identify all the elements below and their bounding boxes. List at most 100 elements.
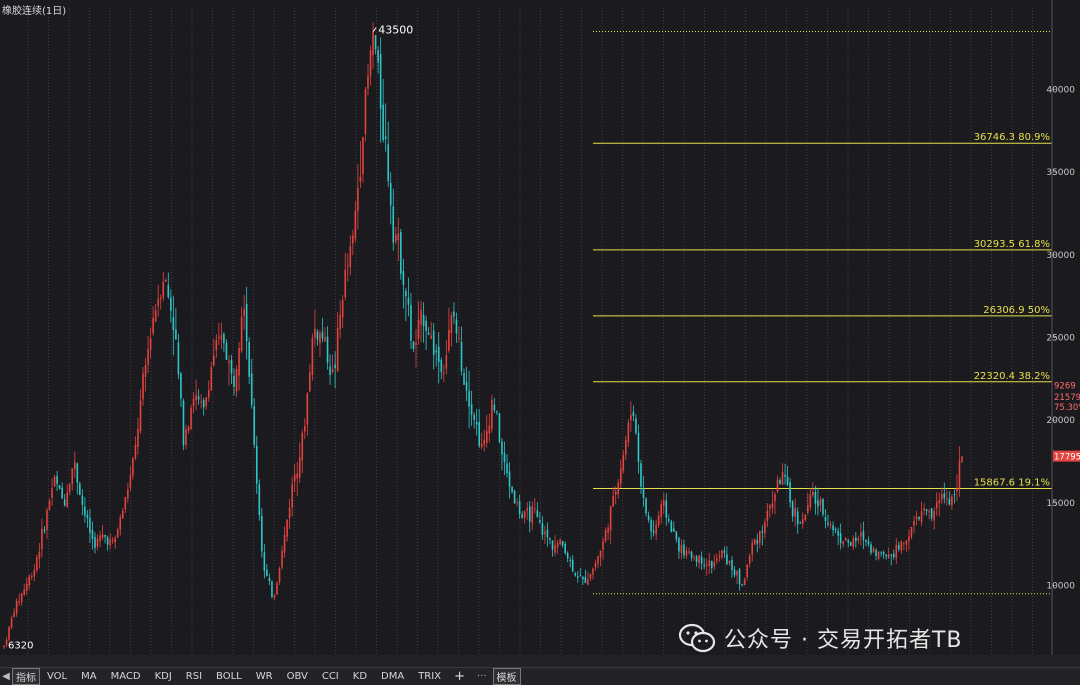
candle-body (200, 401, 202, 403)
candle-body (170, 297, 172, 311)
candle-body (948, 498, 951, 505)
y-tick-label: 30000 (1046, 251, 1075, 261)
candle-body (887, 553, 890, 558)
candle-body (746, 564, 748, 578)
candle-body (38, 551, 41, 559)
y-tick-label: 20000 (1046, 416, 1075, 426)
candle-body (73, 462, 76, 470)
fib-label: 22320.4 38.2% (974, 371, 1050, 382)
candle-body (43, 529, 46, 532)
tab-obv[interactable]: OBV (280, 671, 315, 682)
scroll-left-icon[interactable]: ◀ (0, 671, 12, 682)
tab-trix[interactable]: TRIX (411, 671, 448, 682)
candle-body (114, 537, 117, 543)
price-chart[interactable]: 36746.3 80.9% 30293.5 61.8% 26306.9 50% 223… (0, 0, 1080, 667)
candle-body (445, 355, 448, 369)
candle-body (71, 468, 74, 485)
candle-body (930, 508, 933, 518)
candle-body (726, 554, 728, 565)
high-label: 43500 (378, 24, 413, 37)
watermark: 公众号 · 交易开拓者TB (678, 622, 963, 654)
y-tick-label: 15000 (1046, 499, 1075, 509)
tab-cci[interactable]: CCI (315, 671, 346, 682)
tab-ma[interactable]: MA (74, 671, 103, 682)
candle-body (271, 581, 273, 597)
candle-body (827, 522, 829, 525)
low-label: 6320 (8, 640, 33, 651)
candle-body (223, 333, 225, 344)
candle-body (849, 542, 852, 546)
candle-body (245, 304, 248, 342)
tab-indicators[interactable]: 指标 (12, 668, 40, 685)
tab-kd[interactable]: KD (346, 671, 374, 682)
candle-body (920, 511, 923, 522)
tab-wr[interactable]: WR (249, 671, 280, 682)
candle-body (410, 305, 412, 341)
candle-body (104, 534, 106, 537)
candle-body (175, 329, 177, 340)
candle-body (238, 348, 240, 376)
tab-macd[interactable]: MACD (104, 671, 148, 682)
candle-body (956, 488, 958, 492)
candle-body (465, 381, 468, 391)
candle-body (607, 527, 609, 533)
candle-body (594, 562, 597, 568)
candle-body (670, 521, 673, 532)
candle-body (276, 582, 278, 595)
candle-body (551, 540, 554, 550)
add-indicator-button[interactable]: + (448, 669, 471, 684)
candle-body (741, 584, 743, 586)
tab-kdj[interactable]: KDJ (148, 671, 179, 682)
candle-body (491, 399, 493, 430)
candle-body (362, 137, 364, 175)
candle-body (534, 508, 536, 510)
candle-body (496, 411, 498, 413)
candle-body (379, 53, 382, 109)
candle-body (432, 330, 435, 355)
candle-body (925, 509, 928, 512)
candle-body (28, 576, 31, 586)
candle-body (301, 433, 304, 461)
candle-body (89, 517, 91, 533)
candle-body (427, 332, 430, 335)
candle-body (230, 359, 233, 374)
candle-body (602, 541, 604, 550)
candle-body (463, 373, 465, 385)
candle-body (678, 537, 680, 552)
candle-body (190, 408, 192, 429)
candle-body (905, 540, 908, 545)
candle-body (940, 493, 943, 500)
candle-body (159, 297, 162, 300)
candle-body (521, 514, 523, 518)
candle-body (503, 452, 506, 463)
candle-body (283, 534, 286, 553)
candle-body (738, 569, 741, 585)
candle-body (99, 535, 101, 542)
candle-body (564, 543, 566, 553)
tab-template[interactable]: 模板 (492, 668, 521, 685)
more-indicators-button[interactable]: ··· (471, 671, 493, 682)
fib-label: 36746.3 80.9% (974, 132, 1050, 143)
tab-dma[interactable]: DMA (374, 671, 411, 682)
candle-body (571, 559, 574, 572)
candle-body (743, 579, 746, 585)
candle-body (589, 573, 592, 579)
candle-body (139, 400, 142, 432)
tab-vol[interactable]: VOL (40, 671, 74, 682)
candle-body (622, 455, 625, 471)
candle-body (857, 538, 860, 541)
tab-rsi[interactable]: RSI (179, 671, 209, 682)
y-tick-label: 40000 (1046, 85, 1075, 95)
candle-body (556, 542, 559, 548)
candle-body (733, 569, 736, 576)
tab-boll[interactable]: BOLL (209, 671, 249, 682)
axis-tag-label: 17795 (1054, 453, 1080, 463)
candle-body (220, 335, 223, 340)
candle-body (776, 479, 779, 492)
candle-body (405, 290, 407, 297)
y-tick-label: 25000 (1046, 333, 1075, 343)
candle-body (116, 529, 119, 538)
candle-body (448, 329, 450, 351)
candle-body (278, 568, 281, 583)
candle-body (518, 501, 521, 515)
